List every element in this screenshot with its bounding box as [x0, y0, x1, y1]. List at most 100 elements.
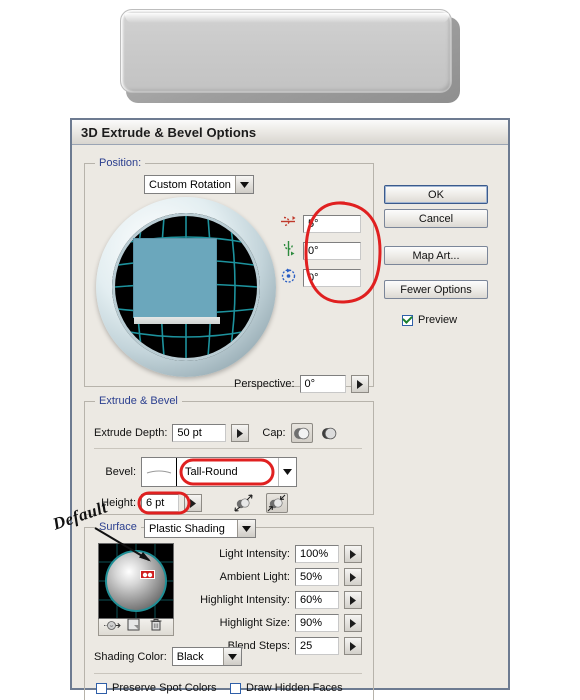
ok-button[interactable]: OK — [384, 185, 488, 204]
ambient-light-value: 50% — [300, 571, 323, 583]
preserve-spot-colors-label: Preserve Spot Colors — [112, 682, 217, 694]
extrude-bevel-group-title: Extrude & Bevel — [95, 395, 182, 407]
extrude-depth-row: Extrude Depth: 50 pt Cap: — [94, 423, 340, 443]
extrude-depth-value: 50 pt — [177, 427, 202, 439]
bevel-height-row: Height: 6 pt — [94, 493, 288, 513]
rotation-x-row: 5° — [280, 213, 361, 235]
ambient-light-label: Ambient Light: — [219, 571, 290, 583]
position-label: Position: — [95, 157, 146, 169]
preview-checkbox-row[interactable]: Preview — [402, 314, 457, 326]
rotation-z-row: 0° — [280, 267, 361, 289]
extrude-depth-input[interactable]: 50 pt — [172, 424, 227, 442]
perspective-row: Perspective: 0° — [234, 375, 369, 393]
light-intensity-value: 100% — [300, 548, 329, 560]
track-cube-inner-ring — [112, 213, 260, 361]
light-intensity-stepper[interactable] — [344, 545, 362, 563]
highlight-size-stepper[interactable] — [344, 614, 362, 632]
artwork-highlight — [125, 13, 449, 23]
bevel-label: Bevel: — [105, 466, 136, 478]
blend-steps-stepper[interactable] — [344, 637, 362, 655]
move-light-back-icon[interactable] — [104, 618, 121, 636]
cap-label: Cap: — [262, 427, 286, 439]
rotate-z-axis-icon — [280, 267, 297, 289]
blend-steps-value: 25 — [300, 640, 313, 652]
preserve-spot-colors-checkbox[interactable] — [96, 682, 107, 694]
highlight-size-label: Highlight Size: — [219, 617, 290, 629]
preview-label: Preview — [418, 314, 458, 326]
cap-hollow-icon[interactable] — [318, 423, 340, 443]
new-light-icon[interactable] — [127, 618, 140, 636]
position-select[interactable]: Custom Rotation — [144, 175, 254, 194]
perspective-stepper[interactable] — [350, 375, 369, 393]
highlight-intensity-input[interactable]: 60% — [295, 591, 339, 609]
draw-hidden-faces-label: Draw Hidden Faces — [246, 682, 343, 694]
surface-field-row: Ambient Light: 50% — [194, 568, 362, 586]
surface-field-row: Highlight Intensity: 60% — [194, 591, 362, 609]
surface-field-row: Light Intensity: 100% — [194, 545, 362, 563]
light-intensity-input[interactable]: 100% — [295, 545, 339, 563]
ambient-light-input[interactable]: 50% — [295, 568, 339, 586]
bevel-chevron-down-icon[interactable] — [278, 458, 296, 486]
rotate-y-input[interactable]: 0° — [303, 242, 361, 260]
dialog-body: Position: Custom Rotation 5° 0° 0° Persp… — [72, 145, 508, 700]
bevel-row: Bevel: Tall-Round — [94, 457, 297, 487]
surface-group-title: Surface — [95, 521, 141, 533]
blend-steps-input[interactable]: 25 — [295, 637, 339, 655]
rotate-y-value: 0° — [308, 245, 319, 257]
bevel-profile-icon — [142, 458, 177, 486]
ambient-light-stepper[interactable] — [344, 568, 362, 586]
rotation-y-row: 0° — [280, 240, 361, 262]
track-cube-face — [134, 239, 216, 317]
shading-color-chevron-down-icon[interactable] — [222, 648, 241, 665]
fewer-options-button-label: Fewer Options — [400, 283, 472, 296]
rotate-z-value: 0° — [308, 272, 319, 284]
chevron-down-icon[interactable] — [235, 176, 253, 193]
map-art-button[interactable]: Map Art... — [384, 246, 488, 265]
preview-checkbox[interactable] — [402, 314, 413, 326]
cancel-button-label: Cancel — [418, 212, 454, 225]
rotate-x-input[interactable]: 5° — [303, 215, 361, 233]
dialog-titlebar: 3D Extrude & Bevel Options — [72, 120, 508, 145]
ok-button-label: OK — [428, 188, 444, 201]
shading-color-select[interactable]: Black — [171, 647, 242, 666]
preserve-spot-colors-row[interactable]: Preserve Spot Colors — [96, 682, 217, 694]
extrude-depth-label: Extrude Depth: — [94, 427, 168, 439]
rotate-x-value: 5° — [308, 218, 319, 230]
position-select-value: Custom Rotation — [149, 178, 231, 191]
surface-chevron-down-icon[interactable] — [237, 520, 255, 537]
highlight-intensity-stepper[interactable] — [344, 591, 362, 609]
rotate-z-input[interactable]: 0° — [303, 269, 361, 287]
surface-shading-select[interactable]: Plastic Shading — [144, 519, 256, 538]
track-cube-bottom-edge — [134, 317, 220, 324]
map-art-button-label: Map Art... — [412, 249, 460, 262]
perspective-input[interactable]: 0° — [299, 375, 346, 393]
rotation-track-cube[interactable] — [96, 197, 276, 377]
highlight-size-input[interactable]: 90% — [295, 614, 339, 632]
extrude-depth-stepper[interactable] — [231, 424, 250, 442]
bevel-extent-out-icon[interactable] — [233, 493, 255, 513]
delete-light-icon[interactable] — [150, 618, 162, 636]
rotate-x-axis-icon — [280, 213, 297, 235]
fewer-options-button[interactable]: Fewer Options — [384, 280, 488, 299]
shading-color-value: Black — [176, 650, 204, 663]
shading-color-label: Shading Color: — [94, 650, 167, 663]
bevel-height-input[interactable]: 6 pt — [141, 494, 179, 512]
bevel-extent-in-icon[interactable] — [266, 493, 288, 513]
draw-hidden-faces-row[interactable]: Draw Hidden Faces — [230, 682, 343, 694]
cap-solid-icon[interactable] — [290, 423, 313, 443]
bevel-height-stepper[interactable] — [184, 494, 202, 512]
bevel-height-value: 6 pt — [146, 497, 165, 509]
light-position-marker[interactable] — [140, 570, 155, 579]
surface-bottom-divider — [94, 673, 362, 674]
cancel-button[interactable]: Cancel — [384, 209, 488, 228]
light-sphere-preview[interactable] — [98, 543, 174, 619]
bevel-select[interactable]: Tall-Round — [141, 457, 297, 487]
dialog-title: 3D Extrude & Bevel Options — [81, 124, 257, 140]
perspective-value: 0° — [304, 378, 316, 390]
rotate-y-axis-icon — [280, 240, 297, 262]
artwork-preview — [120, 9, 460, 103]
surface-fields: Light Intensity: 100% Ambient Light: 50% — [194, 545, 362, 655]
highlight-size-value: 90% — [300, 617, 323, 629]
draw-hidden-faces-checkbox[interactable] — [230, 682, 241, 694]
perspective-label: Perspective: — [234, 378, 295, 390]
